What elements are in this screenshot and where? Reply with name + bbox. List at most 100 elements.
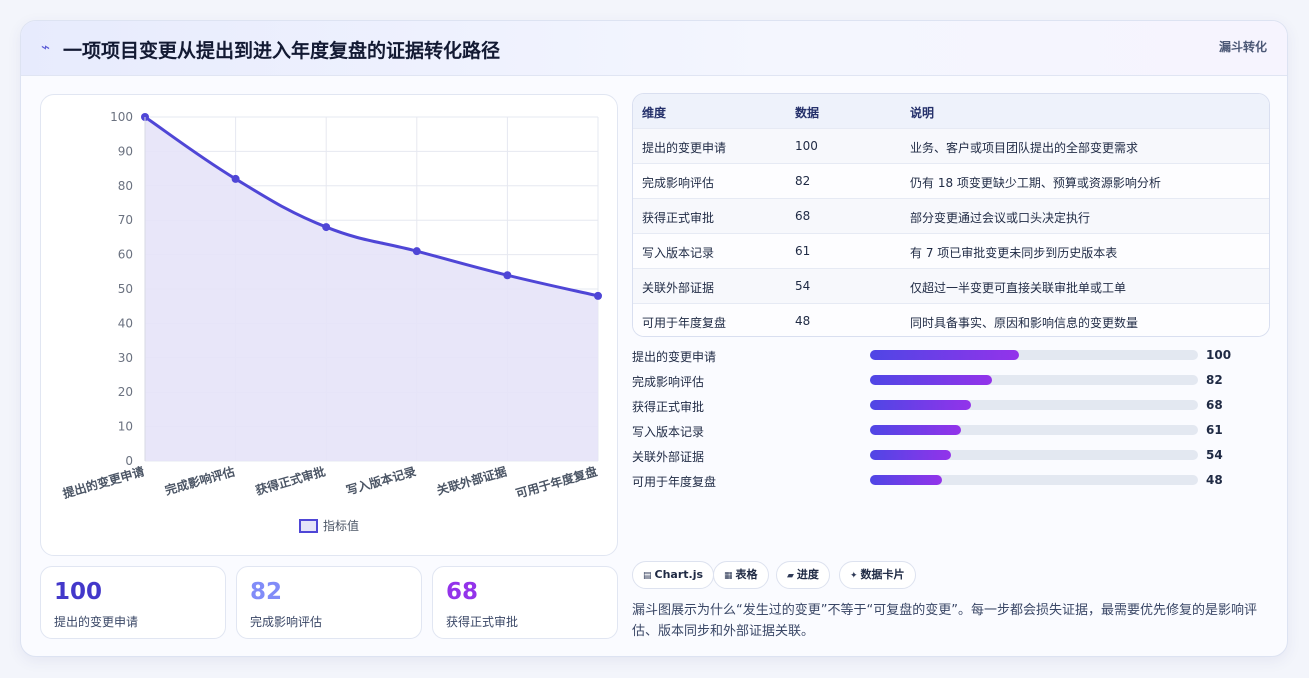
cell-description: 业务、客户或项目团队提出的全部变更需求 <box>910 141 1139 155</box>
stat-value: 100 <box>54 579 103 605</box>
y-tick-label: 60 <box>118 248 133 262</box>
data-point <box>322 223 331 232</box>
data-point <box>231 174 240 183</box>
cell-data: 54 <box>795 279 811 293</box>
table-row: 可用于年度复盘 48 同时具备事实、原因和影响信息的变更数量 <box>633 303 1269 336</box>
progress-fill <box>870 450 951 460</box>
chip-table[interactable]: ▦ 表格 <box>713 561 769 589</box>
stat-value: 82 <box>250 579 283 605</box>
header-dimension: 维度 <box>642 106 667 120</box>
cell-dimension: 提出的变更申请 <box>642 141 727 155</box>
y-tick-label: 20 <box>118 385 133 399</box>
area-fill <box>145 117 598 461</box>
progress-track <box>870 375 1198 385</box>
progress-track <box>870 425 1198 435</box>
progress-fill <box>870 475 942 485</box>
progress-label: 可用于年度复盘 <box>632 475 717 489</box>
chip-label: Chart.js <box>654 568 704 581</box>
x-tick-label: 获得正式审批 <box>253 463 327 498</box>
stat-label: 完成影响评估 <box>250 615 323 629</box>
cell-dimension: 可用于年度复盘 <box>642 316 727 330</box>
progress-label: 提出的变更申请 <box>632 350 717 364</box>
progress-value: 82 <box>1206 373 1223 387</box>
cell-dimension: 写入版本记录 <box>642 246 715 260</box>
y-tick-label: 70 <box>118 213 133 227</box>
y-tick-label: 30 <box>118 351 133 365</box>
cell-data: 82 <box>795 174 811 188</box>
stat-value: 68 <box>446 579 479 605</box>
x-tick-label: 提出的变更申请 <box>61 463 146 501</box>
stat-card-3: 68 获得正式审批 <box>432 566 618 639</box>
dashboard-card: ⌁ 一项项目变更从提出到进入年度复盘的证据转化路径 漏斗转化 0 10 20 30 40… <box>20 20 1288 657</box>
y-tick-label: 80 <box>118 179 133 193</box>
progress-value: 61 <box>1206 423 1223 437</box>
progress-value: 54 <box>1206 448 1223 462</box>
x-tick-label: 可用于年度复盘 <box>514 463 599 501</box>
cell-description: 仍有 18 项变更缺少工期、预算或资源影响分析 <box>910 176 1161 190</box>
data-point <box>594 291 602 300</box>
progress-label: 写入版本记录 <box>632 425 705 439</box>
chip-label: 进度 <box>796 568 819 581</box>
stat-label: 获得正式审批 <box>446 615 519 629</box>
cell-description: 有 7 项已审批变更未同步到历史版本表 <box>910 246 1118 260</box>
progress-fill <box>870 375 993 385</box>
progress-fill <box>870 350 1020 360</box>
progress-icon: ▰ <box>787 571 794 581</box>
cell-dimension: 关联外部证据 <box>642 281 715 295</box>
funnel-tag: 漏斗转化 <box>1218 40 1267 54</box>
progress-track <box>870 400 1198 410</box>
cell-description: 同时具备事实、原因和影响信息的变更数量 <box>910 316 1139 330</box>
line-chart: 0 10 20 30 40 50 60 70 80 90 100 提出的变更申请 完成影响评估 获得正式审… <box>61 110 602 533</box>
stat-label: 提出的变更申请 <box>54 615 139 629</box>
y-tick-label: 10 <box>118 420 133 434</box>
x-tick-label: 完成影响评估 <box>163 463 236 497</box>
page-title: 一项项目变更从提出到进入年度复盘的证据转化路径 <box>63 40 501 62</box>
progress-label: 关联外部证据 <box>632 450 705 464</box>
table-row: 写入版本记录 61 有 7 项已审批变更未同步到历史版本表 <box>633 233 1269 268</box>
progress-value: 48 <box>1206 473 1223 487</box>
cell-dimension: 完成影响评估 <box>642 176 715 190</box>
header-description: 说明 <box>910 106 935 120</box>
sparkle-icon: ✦ <box>850 571 858 581</box>
stat-card-1: 100 提出的变更申请 <box>40 566 226 639</box>
x-tick-label: 写入版本记录 <box>344 463 417 497</box>
cell-data: 100 <box>795 139 818 153</box>
description: 漏斗图展示为什么“发生过的变更”不等于“可复盘的变更”。每一步都会损失证据，最需… <box>632 603 1257 639</box>
legend-swatch <box>299 519 318 533</box>
progress-track <box>870 350 1198 360</box>
data-point <box>503 271 512 280</box>
cell-description: 仅超过一半变更可直接关联审批单或工单 <box>910 281 1127 295</box>
line-chart-panel: 0 10 20 30 40 50 60 70 80 90 100 提出的变更申请 完成影响评估 获得正式审… <box>40 94 618 556</box>
legend-label: 指标值 <box>323 518 359 533</box>
cell-data: 48 <box>795 314 811 328</box>
chip-chartjs[interactable]: ▤ Chart.js <box>632 561 715 589</box>
data-point <box>412 247 421 256</box>
y-tick-label: 100 <box>110 110 133 124</box>
progress-label: 完成影响评估 <box>632 375 705 389</box>
cell-data: 68 <box>795 209 811 223</box>
bolt-icon: ⌁ <box>41 38 51 56</box>
y-tick-label: 50 <box>118 282 133 296</box>
progress-fill <box>870 425 961 435</box>
x-tick-label: 关联外部证据 <box>435 463 508 497</box>
table-row: 完成影响评估 82 仍有 18 项变更缺少工期、预算或资源影响分析 <box>633 163 1269 198</box>
progress-track <box>870 475 1198 485</box>
progress-value: 100 <box>1206 348 1232 362</box>
y-tick-label: 90 <box>118 144 133 158</box>
progress-fill <box>870 400 972 410</box>
chip-label: 数据卡片 <box>860 568 905 581</box>
chip-data-cards[interactable]: ✦ 数据卡片 <box>839 561 916 589</box>
cell-data: 61 <box>795 244 811 258</box>
chip-progress[interactable]: ▰ 进度 <box>776 561 830 589</box>
stat-card-2: 82 完成影响评估 <box>236 566 422 639</box>
progress-value: 68 <box>1206 398 1223 412</box>
data-table: 维度 数据 说明 提出的变更申请 100 业务、客户或项目团队提出的全部变更需求… <box>632 93 1270 337</box>
cell-description: 部分变更通过会议或口头决定执行 <box>910 211 1091 225</box>
y-tick-label: 0 <box>125 454 133 468</box>
table-row: 关联外部证据 54 仅超过一半变更可直接关联审批单或工单 <box>633 268 1269 303</box>
chip-label: 表格 <box>735 568 758 581</box>
cell-dimension: 获得正式审批 <box>642 211 715 225</box>
table-row: 提出的变更申请 100 业务、客户或项目团队提出的全部变更需求 <box>633 128 1269 163</box>
table-header: 维度 数据 说明 <box>633 94 1269 129</box>
progress-track <box>870 450 1198 460</box>
